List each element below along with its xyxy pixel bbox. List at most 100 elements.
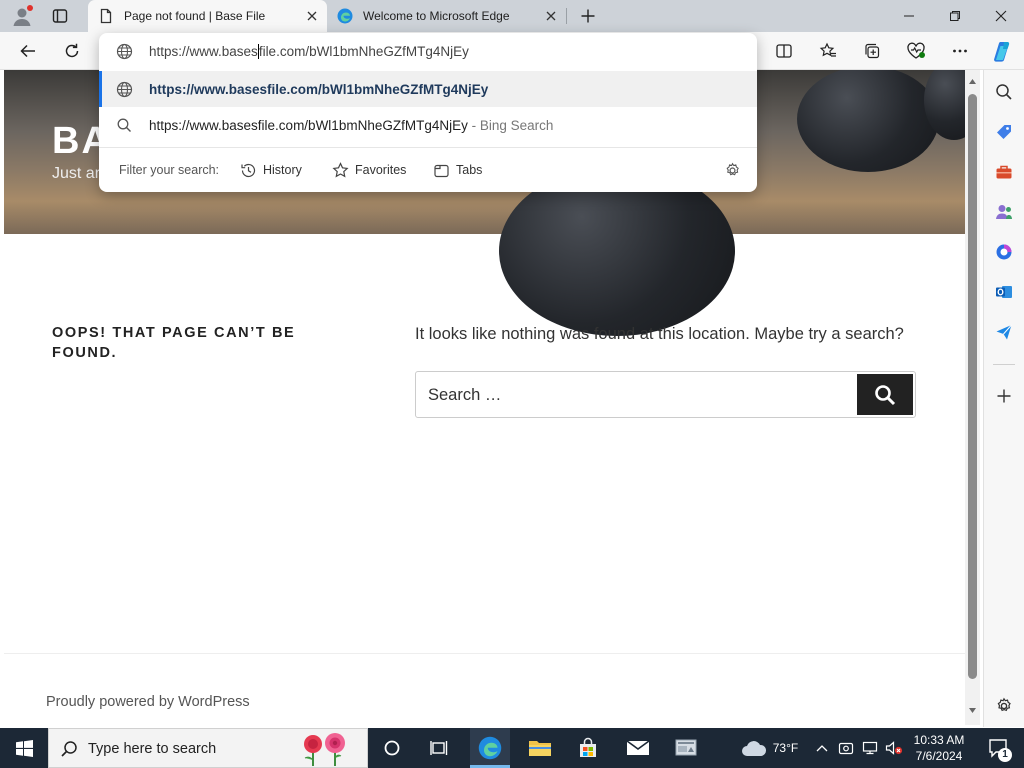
edge-sidebar xyxy=(983,70,1024,727)
mail-button[interactable] xyxy=(618,728,658,768)
taskbar-search-placeholder: Type here to search xyxy=(88,741,217,757)
profile-icon[interactable] xyxy=(10,4,34,28)
back-button[interactable] xyxy=(14,37,42,65)
more-button[interactable] xyxy=(946,37,974,65)
search-submit-button[interactable] xyxy=(857,374,913,415)
clock-time: 10:33 AM xyxy=(913,733,965,747)
weather-icon xyxy=(740,738,768,758)
clock[interactable]: 10:33 AM 7/6/2024 xyxy=(904,732,974,764)
settings-icon[interactable] xyxy=(993,695,1015,717)
site-tagline: Just ar xyxy=(52,165,101,182)
address-input[interactable]: https://www.basesfile.com/bWl1bmNheGZfMT… xyxy=(149,44,469,59)
close-window-button[interactable] xyxy=(978,0,1024,32)
page-scrollbar[interactable] xyxy=(965,70,980,725)
cortana-button[interactable] xyxy=(372,728,412,768)
tab-title: Page not found | Base File xyxy=(124,9,266,23)
send-icon[interactable] xyxy=(993,321,1015,343)
outlook-icon[interactable] xyxy=(993,281,1015,303)
notifications-icon: 1 xyxy=(987,737,1012,762)
app-icon xyxy=(674,737,698,759)
scrollbar-thumb[interactable] xyxy=(968,94,977,679)
volume-button[interactable] xyxy=(884,728,904,768)
plus-icon[interactable] xyxy=(993,385,1015,407)
close-icon[interactable] xyxy=(544,9,558,23)
favorites-button[interactable] xyxy=(814,37,842,65)
notification-count: 1 xyxy=(998,748,1012,762)
minimize-button[interactable] xyxy=(886,0,932,32)
suggestion-url[interactable]: https://www.basesfile.com/bWl1bmNheGZfMT… xyxy=(99,71,757,107)
refresh-icon xyxy=(63,42,81,60)
suggestion-text: https://www.basesfile.com/bWl1bmNheGZfMT… xyxy=(149,82,489,97)
refresh-button[interactable] xyxy=(58,37,86,65)
clock-date: 7/6/2024 xyxy=(915,749,963,763)
sidebar-search-icon[interactable] xyxy=(993,81,1015,103)
show-hidden-icons-button[interactable] xyxy=(812,728,832,768)
app-button[interactable] xyxy=(666,728,706,768)
collections-icon xyxy=(863,42,881,60)
address-text-before-cursor: https://www.bases xyxy=(149,44,258,59)
meet-now-button[interactable] xyxy=(836,728,856,768)
globe-icon xyxy=(116,43,133,60)
footer-credit-link[interactable]: Proudly powered by WordPress xyxy=(46,694,250,710)
edge-taskbar-button[interactable] xyxy=(470,728,510,768)
split-screen-button[interactable] xyxy=(770,37,798,65)
hero-decor xyxy=(797,70,939,172)
search-icon xyxy=(874,384,896,406)
copilot-icon xyxy=(991,40,1013,62)
weather-temperature: 73°F xyxy=(772,741,799,755)
tab-strip: Page not found | Base File Welcome to Mi… xyxy=(0,0,1024,32)
restore-button[interactable] xyxy=(932,0,978,32)
address-text-after-cursor: file.com/bWl1bmNheGZfMTg4NjEy xyxy=(258,44,469,59)
toolbox-icon[interactable] xyxy=(993,161,1015,183)
file-explorer-icon xyxy=(528,738,552,758)
task-view-icon xyxy=(430,739,450,757)
page-search-field[interactable]: Search … xyxy=(415,371,916,418)
taskbar-search-box[interactable]: Type here to search xyxy=(48,728,368,768)
filter-history-button[interactable]: History xyxy=(240,159,302,181)
history-icon xyxy=(240,162,257,179)
tag-icon[interactable] xyxy=(993,121,1015,143)
camera-icon xyxy=(838,741,854,755)
scroll-up-icon[interactable] xyxy=(968,78,977,85)
filter-tabs-button[interactable]: Tabs xyxy=(433,159,482,181)
tab-welcome-edge[interactable]: Welcome to Microsoft Edge xyxy=(327,0,566,32)
notifications-button[interactable]: 1 xyxy=(978,728,1018,768)
people-icon[interactable] xyxy=(993,201,1015,223)
weather-widget[interactable]: 73°F xyxy=(734,728,804,768)
scroll-down-icon[interactable] xyxy=(968,707,977,714)
gear-icon xyxy=(724,162,741,179)
edge-icon xyxy=(478,736,502,760)
filter-favorites-button[interactable]: Favorites xyxy=(332,159,406,181)
mail-icon xyxy=(626,739,650,757)
filter-chip-label: Favorites xyxy=(355,163,407,177)
collections-button[interactable] xyxy=(858,37,886,65)
split-screen-icon xyxy=(775,42,793,60)
error-heading: OOPS! THAT PAGE CAN’T BE FOUND. xyxy=(52,325,296,361)
close-icon[interactable] xyxy=(305,9,319,23)
copilot-button[interactable] xyxy=(988,37,1016,65)
filter-chip-label: History xyxy=(263,163,302,177)
tab-page-not-found[interactable]: Page not found | Base File xyxy=(88,0,327,32)
new-tab-icon[interactable] xyxy=(576,4,600,28)
file-explorer-button[interactable] xyxy=(520,728,560,768)
more-icon xyxy=(951,42,969,60)
browser-essentials-icon xyxy=(906,42,926,60)
network-button[interactable] xyxy=(860,728,880,768)
suggestion-bing-search[interactable]: https://www.basesfile.com/bWl1bmNheGZfMT… xyxy=(99,107,757,143)
store-button[interactable] xyxy=(568,728,608,768)
search-settings-button[interactable] xyxy=(724,159,741,181)
address-input-row[interactable]: https://www.basesfile.com/bWl1bmNheGZfMT… xyxy=(99,33,757,69)
task-view-button[interactable] xyxy=(420,728,460,768)
network-icon xyxy=(862,741,878,755)
windows-start-icon xyxy=(15,739,33,757)
star-icon xyxy=(332,161,349,179)
favorites-icon xyxy=(819,42,837,60)
browser-essentials-button[interactable] xyxy=(902,37,930,65)
search-placeholder: Search … xyxy=(428,386,502,404)
office-icon[interactable] xyxy=(993,241,1015,263)
sidebar-divider xyxy=(993,364,1015,365)
start-button[interactable] xyxy=(0,728,48,768)
suggestion-text: https://www.basesfile.com/bWl1bmNheGZfMT… xyxy=(149,118,468,133)
tab-actions-icon[interactable] xyxy=(48,4,72,28)
roses-icon xyxy=(295,732,359,766)
